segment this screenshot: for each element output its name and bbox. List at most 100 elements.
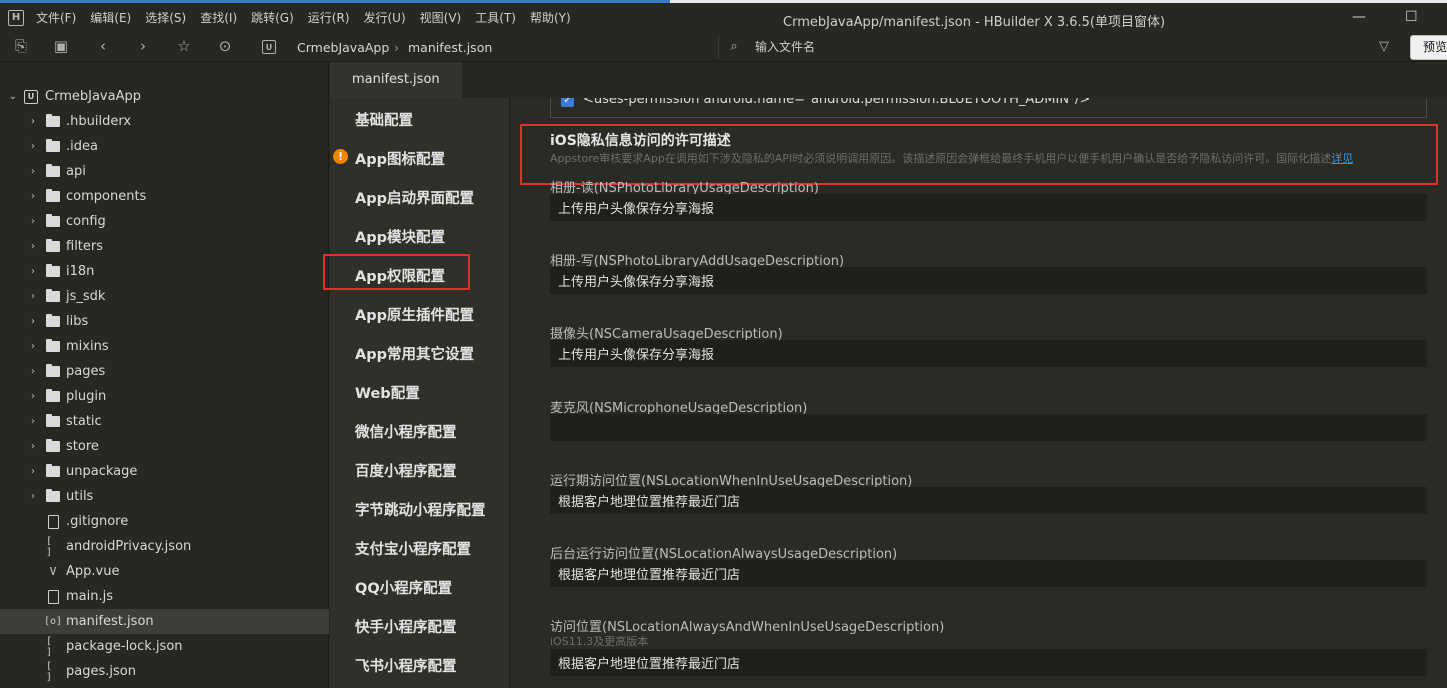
tree-item-idea[interactable]: › .idea	[0, 134, 329, 159]
chevron-right-icon[interactable]: ›	[28, 291, 38, 302]
nav-item-8[interactable]: 微信小程序配置	[355, 421, 457, 442]
nav-item-4[interactable]: App权限配置	[355, 265, 445, 286]
nav-item-14[interactable]: 飞书小程序配置	[355, 655, 457, 676]
nav-item-7[interactable]: Web配置	[355, 382, 420, 403]
tree-item-filters[interactable]: › filters	[0, 234, 329, 259]
nav-item-1[interactable]: App图标配置	[355, 148, 445, 169]
nav-item-13[interactable]: 快手小程序配置	[355, 616, 457, 637]
menu-select[interactable]: 选择(S)	[145, 9, 186, 26]
folder-icon	[46, 164, 60, 179]
tree-item-pages[interactable]: › pages	[0, 359, 329, 384]
chevron-right-icon[interactable]: ›	[28, 141, 38, 152]
tree-item-main-js[interactable]: main.js	[0, 584, 329, 609]
chevron-right-icon[interactable]: ›	[28, 441, 38, 452]
minimize-icon[interactable]: —	[1352, 9, 1366, 25]
menu-edit[interactable]: 编辑(E)	[90, 9, 131, 26]
tree-root[interactable]: ⌄ U CrmebJavaApp	[0, 84, 329, 109]
nav-item-2[interactable]: App启动界面配置	[355, 187, 474, 208]
tree-item-pages-json[interactable]: [ ] pages.json	[0, 659, 329, 684]
menu-tools[interactable]: 工具(T)	[475, 9, 516, 26]
tree-item-api[interactable]: › api	[0, 159, 329, 184]
usage-description-input[interactable]	[550, 414, 1427, 441]
tree-item-app-vue[interactable]: V App.vue	[0, 559, 329, 584]
tree-item-gitignore[interactable]: .gitignore	[0, 509, 329, 534]
menu-find[interactable]: 查找(I)	[200, 9, 237, 26]
chevron-right-icon[interactable]: ›	[28, 366, 38, 377]
tree-item-unpackage[interactable]: › unpackage	[0, 459, 329, 484]
chevron-right-icon[interactable]: ›	[28, 166, 38, 177]
nav-item-6[interactable]: App常用其它设置	[355, 343, 474, 364]
nav-item-9[interactable]: 百度小程序配置	[355, 460, 457, 481]
usage-description-input[interactable]	[550, 560, 1427, 587]
chevron-right-icon[interactable]: ›	[28, 116, 38, 127]
menu-goto[interactable]: 跳转(G)	[251, 9, 294, 26]
usage-description-input[interactable]	[550, 267, 1427, 294]
nav-item-3[interactable]: App模块配置	[355, 226, 445, 247]
tree-item-libs[interactable]: › libs	[0, 309, 329, 334]
file-icon	[46, 589, 60, 604]
star-icon[interactable]: ☆	[175, 37, 193, 55]
nav-item-11[interactable]: 支付宝小程序配置	[355, 538, 471, 559]
chevron-right-icon[interactable]: ›	[28, 466, 38, 477]
tree-item-plugin[interactable]: › plugin	[0, 384, 329, 409]
folder-icon	[46, 339, 60, 354]
run-icon[interactable]: ⊙	[216, 37, 234, 55]
nav-item-0[interactable]: 基础配置	[355, 109, 413, 130]
nav-item-5[interactable]: App原生插件配置	[355, 304, 474, 325]
tree-item-components[interactable]: › components	[0, 184, 329, 209]
menu-publish[interactable]: 发行(U)	[364, 9, 406, 26]
forward-icon[interactable]: ›	[134, 37, 152, 55]
json-file-icon: [ ]	[46, 660, 53, 683]
filter-icon[interactable]: ▽	[1375, 37, 1393, 55]
folder-icon	[46, 464, 60, 479]
tree-item-manifest-json[interactable]: [o] manifest.json	[0, 609, 329, 634]
chevron-right-icon[interactable]: ›	[28, 416, 38, 427]
tree-item-js-sdk[interactable]: › js_sdk	[0, 284, 329, 309]
save-icon[interactable]: ▣	[52, 37, 70, 55]
tree-item-store[interactable]: › store	[0, 434, 329, 459]
tree-item-config[interactable]: › config	[0, 209, 329, 234]
tree-item-label: main.js	[66, 589, 113, 604]
preview-button[interactable]: 预览	[1410, 35, 1447, 60]
tab-manifest[interactable]: manifest.json	[330, 62, 462, 98]
back-icon[interactable]: ‹	[94, 37, 112, 55]
tree-item-mixins[interactable]: › mixins	[0, 334, 329, 359]
permission-content: ✓ <uses-permission android:name="android…	[511, 98, 1447, 688]
nav-item-10[interactable]: 字节跳动小程序配置	[355, 499, 486, 520]
file-search-input[interactable]	[755, 38, 1355, 56]
chevron-right-icon[interactable]: ›	[28, 191, 38, 202]
breadcrumb-file[interactable]: manifest.json	[408, 40, 492, 55]
nav-item-12[interactable]: QQ小程序配置	[355, 577, 452, 598]
tree-item-label: manifest.json	[66, 614, 154, 629]
android-permission-row: ✓ <uses-permission android:name="android…	[550, 98, 1427, 118]
menu-bar: H 文件(F) 编辑(E) 选择(S) 查找(I) 跳转(G) 运行(R) 发行…	[0, 3, 1447, 32]
toolbar: ⎘ ▣ ‹ › ☆ ⊙ U CrmebJavaApp › manifest.js…	[0, 32, 1447, 62]
chevron-right-icon[interactable]: ›	[28, 491, 38, 502]
usage-description-input[interactable]	[550, 649, 1427, 676]
menu-view[interactable]: 视图(V)	[420, 9, 462, 26]
tree-item-i18n[interactable]: › i18n	[0, 259, 329, 284]
breadcrumb-project[interactable]: CrmebJavaApp	[297, 40, 389, 55]
chevron-right-icon[interactable]: ›	[28, 391, 38, 402]
tree-item-package-lock-json[interactable]: [ ] package-lock.json	[0, 634, 329, 659]
menu-file[interactable]: 文件(F)	[36, 9, 76, 26]
usage-description-input[interactable]	[550, 340, 1427, 367]
chevron-down-icon[interactable]: ⌄	[8, 91, 18, 102]
usage-description-input[interactable]	[550, 487, 1427, 514]
tree-item-hbuilderx[interactable]: › .hbuilderx	[0, 109, 329, 134]
new-file-icon[interactable]: ⎘	[12, 37, 30, 55]
tree-item-androidprivacy-json[interactable]: [ ] androidPrivacy.json	[0, 534, 329, 559]
usage-description-input[interactable]	[550, 194, 1427, 221]
chevron-right-icon[interactable]: ›	[28, 266, 38, 277]
chevron-right-icon[interactable]: ›	[28, 341, 38, 352]
tree-item-utils[interactable]: › utils	[0, 484, 329, 509]
chevron-right-icon[interactable]: ›	[28, 216, 38, 227]
permission-checkbox[interactable]: ✓	[561, 98, 574, 107]
maximize-icon[interactable]: ☐	[1405, 9, 1418, 25]
chevron-right-icon[interactable]: ›	[28, 316, 38, 327]
chevron-right-icon[interactable]: ›	[28, 241, 38, 252]
menu-help[interactable]: 帮助(Y)	[530, 9, 571, 26]
menu-run[interactable]: 运行(R)	[308, 9, 350, 26]
tree-item-label: unpackage	[66, 464, 138, 479]
tree-item-static[interactable]: › static	[0, 409, 329, 434]
